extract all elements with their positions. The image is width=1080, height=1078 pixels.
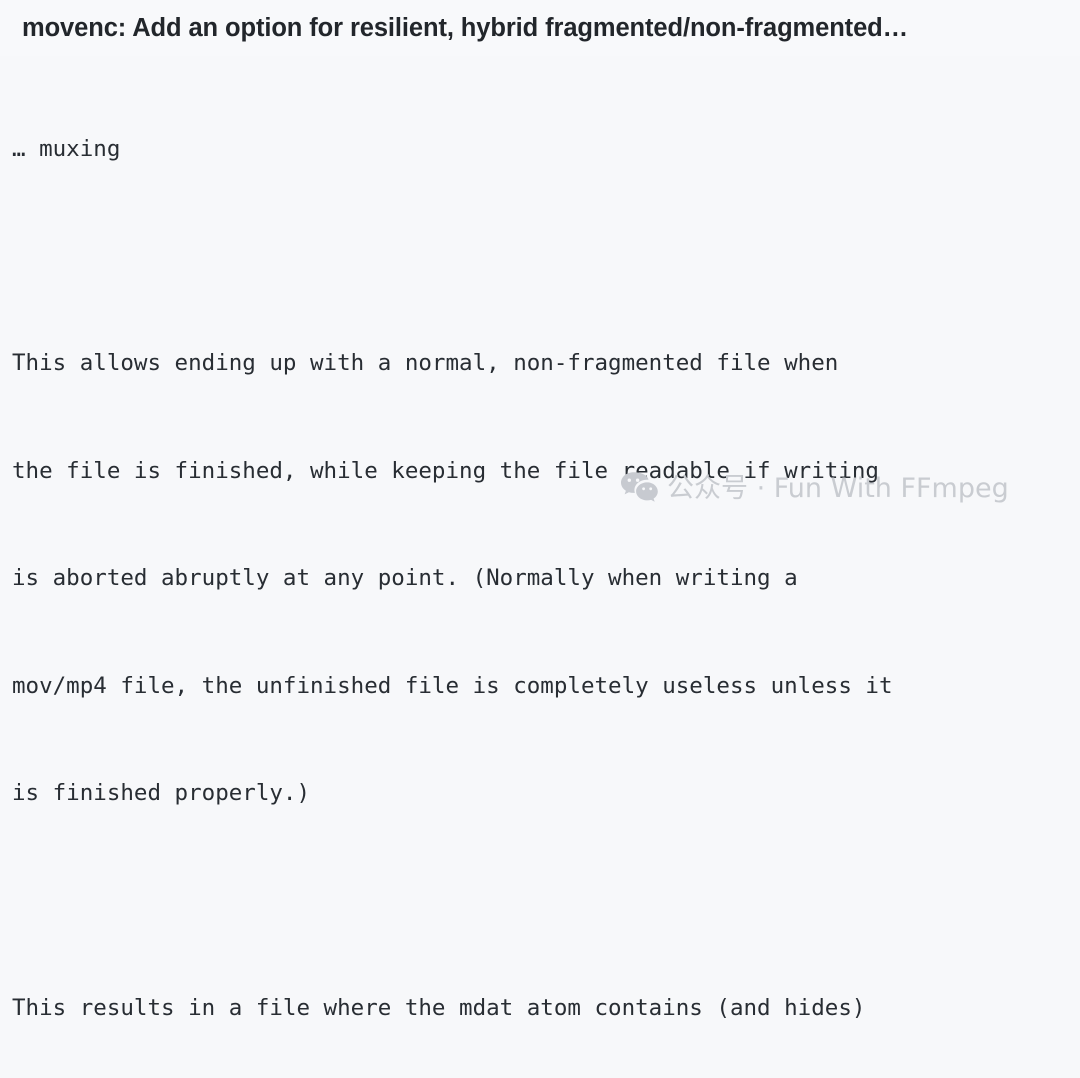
commit-message-body: … muxing This allows ending up with a no… bbox=[0, 60, 1080, 1078]
message-line: This results in a file where the mdat at… bbox=[12, 994, 866, 1021]
message-line: This allows ending up with a normal, non… bbox=[12, 350, 839, 377]
message-line: is finished properly.) bbox=[12, 779, 311, 806]
message-line: … muxing bbox=[12, 135, 121, 162]
message-line-blank bbox=[12, 883, 1080, 919]
commit-title: movenc: Add an option for resilient, hyb… bbox=[0, 0, 1080, 56]
message-line-blank bbox=[12, 239, 1080, 275]
commit-message-view: movenc: Add an option for resilient, hyb… bbox=[0, 0, 1080, 1021]
message-line: the file is finished, while keeping the … bbox=[12, 457, 879, 484]
message-line: mov/mp4 file, the unfinished file is com… bbox=[12, 672, 893, 699]
message-line: is aborted abruptly at any point. (Norma… bbox=[12, 565, 798, 592]
